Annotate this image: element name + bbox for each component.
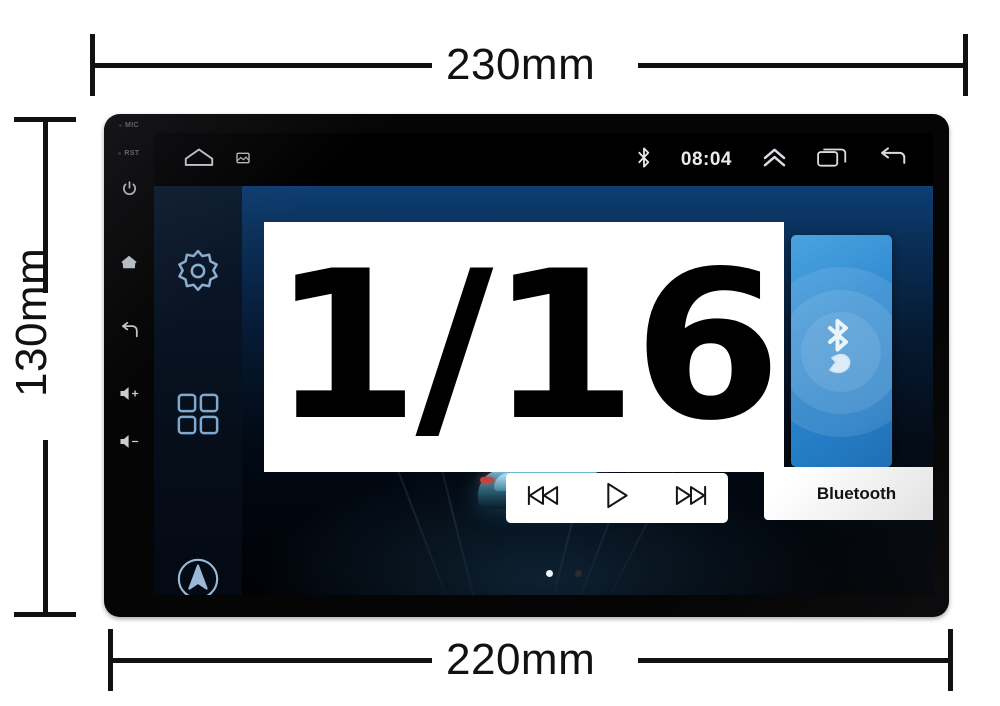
hardware-mic[interactable]: MIC (104, 122, 154, 129)
volume-up-icon (119, 386, 139, 401)
dimension-label-width-top: 230mm (446, 40, 596, 89)
dimension-label-height-left: 130mm (7, 247, 56, 397)
home-icon[interactable] (184, 147, 214, 172)
status-bar-left-group (184, 147, 250, 172)
bluetooth-label: Bluetooth (816, 483, 897, 503)
home-button[interactable] (104, 254, 154, 270)
dimension-label-width-bottom: 220mm (446, 635, 596, 684)
media-controls-bar (506, 473, 728, 523)
back-arrow-icon (120, 322, 139, 339)
power-button[interactable] (104, 180, 154, 197)
grid-apps-icon (176, 392, 220, 441)
skip-previous-icon (527, 484, 559, 512)
back-button[interactable] (104, 322, 154, 339)
skip-next-icon (675, 484, 707, 512)
mic-pinhole (118, 124, 122, 127)
screenshot-icon[interactable] (236, 151, 250, 169)
page-dot-active[interactable] (545, 570, 553, 577)
home-icon (120, 254, 138, 270)
gear-icon (175, 248, 221, 299)
page-dot-inactive[interactable] (574, 570, 582, 577)
car-taillight-left (479, 477, 494, 483)
screen-dock (154, 186, 242, 595)
chevron-up-icon[interactable] (762, 147, 787, 173)
volume-down-button[interactable] (104, 434, 154, 449)
dimension-line-bottom-right (638, 658, 950, 663)
dock-item-apps[interactable] (154, 392, 242, 441)
hardware-mic-label: MIC (124, 122, 140, 129)
bluetooth-phone-icon (810, 316, 874, 386)
dimension-line-top-left (92, 63, 432, 68)
power-icon (121, 180, 138, 197)
back-icon[interactable] (878, 147, 907, 172)
recent-apps-icon[interactable] (817, 147, 848, 173)
page-indicator (154, 570, 933, 577)
status-bar-right-group: 08:04 (637, 147, 907, 173)
dimension-line-left-bottom (43, 440, 48, 614)
status-bar: 08:04 (154, 133, 933, 186)
volume-up-button[interactable] (104, 386, 154, 401)
media-play-button[interactable] (595, 481, 639, 515)
hardware-reset-label: RST (124, 150, 140, 157)
dimension-line-bottom-left (110, 658, 432, 663)
media-next-button[interactable] (669, 481, 713, 515)
dimension-line-top-right (638, 63, 965, 68)
status-bar-clock: 08:04 (680, 148, 732, 170)
hardware-reset[interactable]: RST (104, 150, 154, 157)
watermark-overlay: 1/16 (264, 222, 784, 472)
bluetooth-icon[interactable] (637, 147, 651, 173)
media-previous-button[interactable] (521, 481, 565, 515)
product-dimension-diagram: 230mm 130mm 220mm MIC RST 08:04 Bluetoot… (0, 0, 1000, 706)
play-icon (605, 482, 629, 514)
bluetooth-widget-tile[interactable] (791, 235, 892, 467)
hardware-button-strip: MIC RST (104, 114, 154, 617)
watermark-text: 1/16 (270, 227, 781, 466)
reset-pinhole (118, 152, 122, 155)
bluetooth-widget-label-panel: Bluetooth (764, 467, 933, 520)
volume-down-icon (119, 434, 139, 449)
dock-item-settings[interactable] (154, 248, 242, 299)
